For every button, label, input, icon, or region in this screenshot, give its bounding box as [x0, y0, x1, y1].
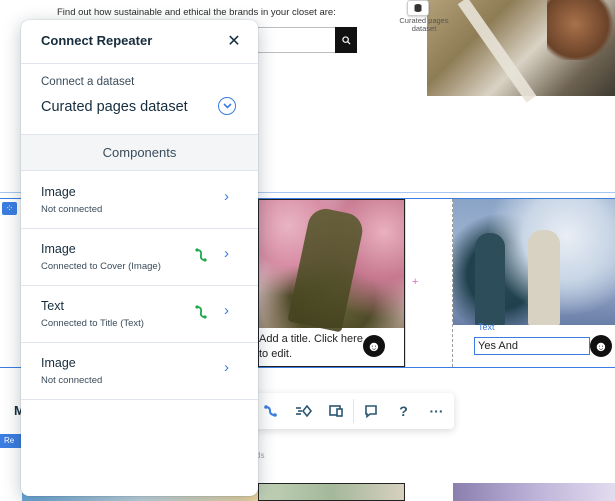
help-button[interactable]: ? [387, 393, 420, 429]
chevron-down-icon [222, 103, 232, 109]
site-search-button[interactable] [335, 27, 357, 53]
chevron-right-icon: › [224, 245, 229, 262]
connect-data-icon [263, 405, 277, 417]
component-name: Image [41, 242, 76, 256]
bottom-photo-2[interactable] [258, 483, 405, 501]
dataset-label: Curated pages dataset [399, 16, 449, 33]
more-icon: ··· [429, 403, 444, 419]
connected-icon [195, 248, 207, 265]
component-row-image-3[interactable]: Image Not connected › [21, 342, 258, 400]
floating-toolbar: ? ··· [254, 393, 454, 429]
connect-repeater-panel: Connect Repeater ✕ Connect a dataset Cur… [21, 20, 258, 496]
dataset-select-value[interactable]: Curated pages dataset [41, 99, 188, 115]
layout-icon [329, 405, 343, 417]
dataset-dropdown-button[interactable] [218, 97, 236, 115]
help-icon: ? [399, 403, 408, 419]
connected-icon [195, 305, 207, 322]
component-status: Not connected [41, 204, 103, 215]
component-row-image-2[interactable]: Image Connected to Cover (Image) › [21, 228, 258, 286]
more-button[interactable]: ··· [420, 393, 453, 429]
hero-photo[interactable] [427, 0, 615, 103]
component-status: Connected to Cover (Image) [41, 261, 161, 272]
animation-icon [295, 404, 312, 418]
chevron-right-icon: › [224, 188, 229, 205]
components-header: Components [21, 135, 258, 171]
dataset-icon[interactable] [407, 0, 429, 16]
comment-button[interactable] [354, 393, 387, 429]
component-row-image-1[interactable]: Image Not connected › [21, 171, 258, 229]
chevron-right-icon: › [224, 302, 229, 319]
component-name: Text [41, 299, 64, 313]
bottom-photo-3[interactable] [453, 483, 615, 501]
add-icon[interactable]: + [412, 276, 418, 288]
dataset-label: Connect a dataset [41, 76, 135, 88]
text-element[interactable]: Yes And [474, 337, 590, 355]
close-icon: ✕ [227, 33, 241, 50]
animation-button[interactable] [287, 393, 320, 429]
hero-description: Find out how sustainable and ethical the… [57, 7, 336, 18]
text-element-tag: Text [478, 322, 495, 332]
layout-button[interactable] [320, 393, 353, 429]
comment-icon [364, 405, 377, 418]
connect-data-button[interactable] [254, 393, 287, 429]
search-icon [341, 35, 351, 45]
component-name: Image [41, 356, 76, 370]
smiley-icon[interactable]: ☻ [363, 335, 385, 357]
smiley-icon-2[interactable]: ☻ [590, 335, 612, 357]
components-title: Components [102, 145, 177, 160]
repeater-drag-handle[interactable]: ⁘ [2, 202, 17, 215]
panel-title: Connect Repeater [41, 33, 153, 48]
close-button[interactable]: ✕ [223, 30, 245, 52]
component-status: Not connected [41, 375, 103, 386]
panel-header: Connect Repeater ✕ [21, 20, 258, 64]
item-title[interactable]: Add a title. Click here to edit. [259, 332, 369, 362]
chevron-right-icon: › [224, 359, 229, 376]
component-row-text[interactable]: Text Connected to Title (Text) › [21, 285, 258, 343]
component-name: Image [41, 185, 76, 199]
component-status: Connected to Title (Text) [41, 318, 144, 329]
